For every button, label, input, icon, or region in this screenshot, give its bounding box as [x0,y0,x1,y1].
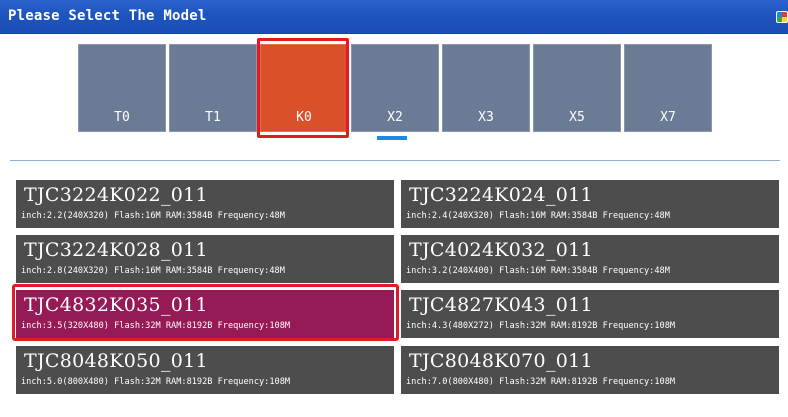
model-spec: inch:7.0(800X480) Flash:32M RAM:8192B Fr… [406,377,676,387]
model-card-tjc3224k028[interactable]: TJC3224K028_011 inch:2.8(240X320) Flash:… [16,235,394,283]
tab-k0[interactable]: K0 [260,44,348,132]
tab-label: T1 [205,110,221,125]
model-spec: inch:2.8(240X320) Flash:16M RAM:3584B Fr… [21,266,285,276]
tab-hover-underline [377,136,407,140]
model-card-tjc4827k043[interactable]: TJC4827K043_011 inch:4.3(480X272) Flash:… [401,290,779,338]
model-name: TJC4827K043_011 [409,294,593,316]
model-spec: inch:3.5(320X480) Flash:32M RAM:8192B Fr… [21,321,291,331]
model-card-tjc8048k070[interactable]: TJC8048K070_011 inch:7.0(800X480) Flash:… [401,346,779,394]
tab-label: X2 [387,110,403,125]
divider [10,160,780,161]
model-name: TJC4832K035_011 [24,294,208,316]
window-title: Please Select The Model [8,8,207,24]
model-card-tjc4832k035[interactable]: TJC4832K035_011 inch:3.5(320X480) Flash:… [16,290,394,338]
model-name: TJC3224K022_011 [24,184,208,206]
model-spec: inch:2.2(240X320) Flash:16M RAM:3584B Fr… [21,211,285,221]
tab-x5[interactable]: X5 [533,44,621,132]
model-name: TJC3224K028_011 [24,239,208,261]
model-card-tjc4024k032[interactable]: TJC4024K032_011 inch:3.2(240X400) Flash:… [401,235,779,283]
model-card-tjc3224k024[interactable]: TJC3224K024_011 inch:2.4(240X320) Flash:… [401,180,779,228]
app-icon [776,11,788,23]
model-series-tabs: T0 T1 K0 X2 X3 X5 X7 [0,34,788,144]
tab-label: X5 [569,110,585,125]
model-card-tjc3224k022[interactable]: TJC3224K022_011 inch:2.2(240X320) Flash:… [16,180,394,228]
tab-label: X3 [478,110,494,125]
model-spec: inch:5.0(800X480) Flash:32M RAM:8192B Fr… [21,377,291,387]
tab-x2[interactable]: X2 [351,44,439,132]
tab-t1[interactable]: T1 [169,44,257,132]
model-card-tjc8048k050[interactable]: TJC8048K050_011 inch:5.0(800X480) Flash:… [16,346,394,394]
model-spec: inch:4.3(480X272) Flash:32M RAM:8192B Fr… [406,321,676,331]
tab-label: K0 [296,110,312,125]
tab-t0[interactable]: T0 [78,44,166,132]
model-name: TJC4024K032_011 [409,239,593,261]
tab-label: X7 [660,110,676,125]
model-spec: inch:3.2(240X400) Flash:16M RAM:3584B Fr… [406,266,670,276]
title-bar: Please Select The Model [0,0,788,34]
tab-x3[interactable]: X3 [442,44,530,132]
model-name: TJC8048K070_011 [409,350,593,372]
tab-x7[interactable]: X7 [624,44,712,132]
model-name: TJC3224K024_011 [409,184,593,206]
tab-label: T0 [114,110,130,125]
model-spec: inch:2.4(240X320) Flash:16M RAM:3584B Fr… [406,211,670,221]
model-name: TJC8048K050_011 [24,350,208,372]
